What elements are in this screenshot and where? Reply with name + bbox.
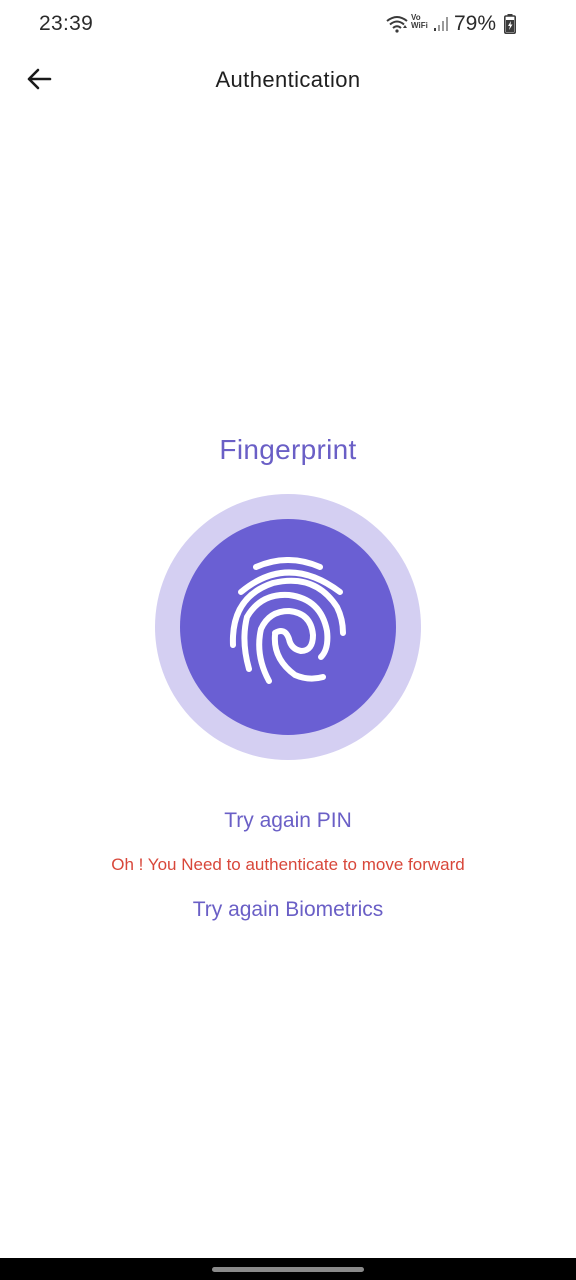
app-bar: Authentication (0, 50, 576, 110)
fingerprint-icon (229, 557, 346, 684)
error-message: Oh ! You Need to authenticate to move fo… (111, 855, 465, 874)
fingerprint-button[interactable] (180, 519, 396, 735)
home-gesture-handle[interactable] (212, 1267, 364, 1272)
page-title: Authentication (215, 67, 361, 92)
status-time: 23:39 (39, 12, 94, 35)
navigation-bar (0, 1258, 576, 1280)
vowifi-icon: Vo WiFi (411, 13, 428, 30)
wifi-icon (386, 16, 408, 33)
battery-percent: 79% (454, 12, 497, 35)
try-again-biometrics-button[interactable]: Try again Biometrics (0, 898, 576, 922)
try-again-pin-button[interactable]: Try again PIN (0, 809, 576, 833)
status-icons: Vo WiFi 79% (386, 12, 538, 38)
battery-charging-icon (504, 14, 516, 34)
status-bar: 23:39 Vo WiFi 79% (0, 0, 576, 50)
authentication-screen: 23:39 Vo WiFi 79% Authentication Fingerp… (0, 0, 576, 1280)
auth-method-label: Fingerprint (219, 434, 357, 465)
signal-icon (434, 17, 448, 31)
